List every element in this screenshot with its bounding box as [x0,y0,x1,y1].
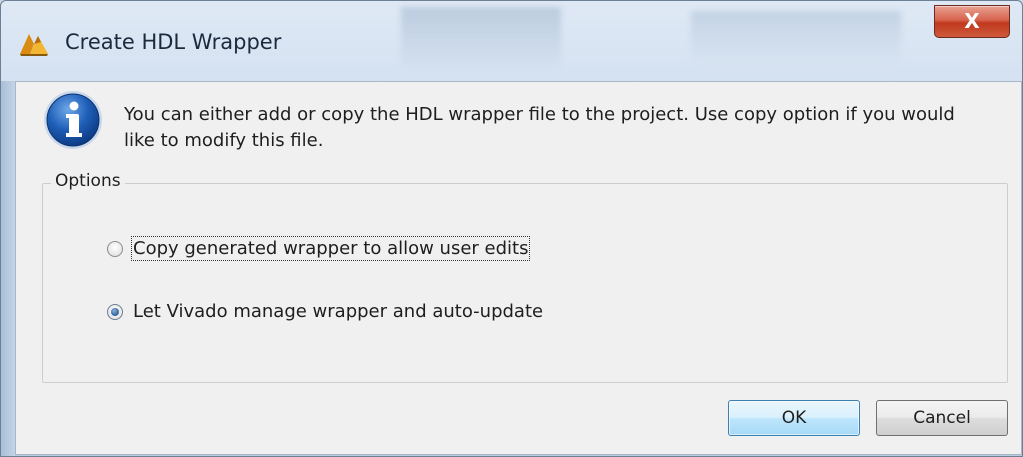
title-bar[interactable]: Create HDL Wrapper X [1,1,1022,81]
info-icon [44,91,102,149]
ok-button[interactable]: OK [728,400,860,436]
info-message: You can either add or copy the HDL wrapp… [124,104,955,151]
options-legend: Options [51,171,125,191]
copy-wrapper-option[interactable]: Copy generated wrapper to allow user edi… [107,236,531,261]
manage-wrapper-label[interactable]: Let Vivado manage wrapper and auto-updat… [133,301,543,322]
create-hdl-wrapper-dialog: Create HDL Wrapper X You can either add … [0,0,1023,457]
background-window-blur [691,11,901,61]
copy-wrapper-label[interactable]: Copy generated wrapper to allow user edi… [130,236,531,261]
window-title: Create HDL Wrapper [65,30,282,54]
background-window-blur [401,7,561,67]
close-button[interactable]: X [934,5,1010,38]
close-icon: X [964,9,980,33]
vivado-logo-icon [20,34,48,56]
dialog-body: You can either add or copy the HDL wrapp… [15,81,1022,455]
manage-wrapper-option[interactable]: Let Vivado manage wrapper and auto-updat… [107,301,543,322]
manage-wrapper-radio[interactable] [107,303,123,320]
window-frame [1,81,15,456]
copy-wrapper-radio[interactable] [107,240,123,257]
options-group: Options Copy generated wrapper to allow … [42,171,1008,383]
cancel-button[interactable]: Cancel [876,400,1008,436]
